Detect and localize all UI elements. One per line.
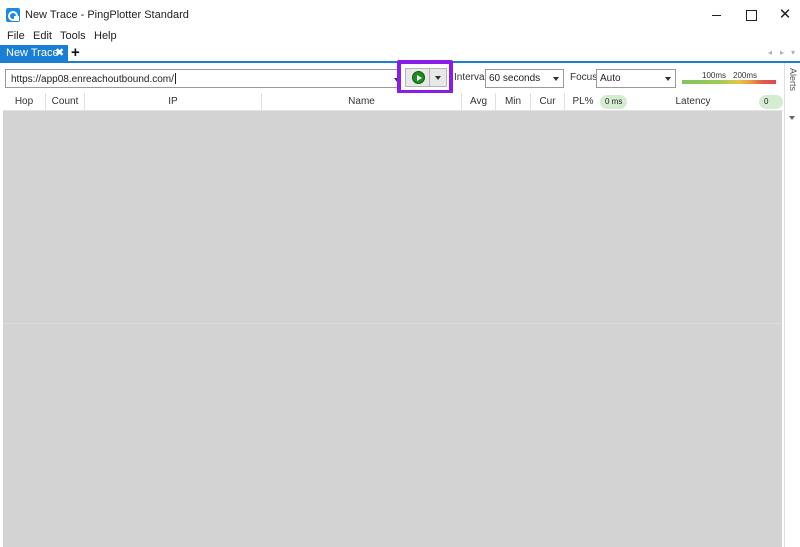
menu-bar: File Edit Tools Help — [0, 29, 800, 45]
interval-select[interactable]: 60 seconds — [485, 69, 564, 88]
focus-label: Focus — [570, 72, 598, 83]
start-trace-options-button[interactable] — [430, 69, 446, 86]
close-icon[interactable]: ✕ — [770, 4, 800, 26]
pl-scale-pill: 0 ms — [600, 95, 628, 109]
target-input[interactable]: https://app08.enreachoutbound.com/ — [5, 69, 401, 88]
alerts-label: Alerts — [788, 68, 798, 92]
trace-grid[interactable] — [3, 111, 782, 547]
tab-menu-icon[interactable]: ▾ — [791, 48, 795, 57]
maximize-icon[interactable] — [736, 4, 766, 26]
alerts-panel-tab[interactable]: Alerts — [784, 63, 800, 547]
tab-new-trace[interactable]: New Trace ✖ — [0, 45, 68, 63]
add-tab-icon[interactable]: + — [71, 44, 80, 61]
column-name[interactable]: Name — [262, 93, 462, 111]
column-cur[interactable]: Cur — [531, 93, 565, 111]
grid-divider — [3, 323, 782, 324]
column-avg[interactable]: Avg — [462, 93, 496, 111]
focus-select[interactable]: Auto — [596, 69, 676, 88]
menu-item-help[interactable]: Help — [94, 30, 117, 42]
trace-table-header: Hop Count IP Name Avg Min Cur PL% 0 ms L… — [3, 93, 783, 120]
interval-select-value: 60 seconds — [489, 73, 541, 84]
column-count[interactable]: Count — [46, 93, 85, 111]
tab-close-icon[interactable]: ✖ — [55, 45, 64, 62]
latency-scale-pill: 0 ms — [759, 95, 783, 120]
column-min[interactable]: Min — [496, 93, 531, 111]
target-input-value: https://app08.enreachoutbound.com/ — [11, 73, 176, 85]
minimize-icon[interactable] — [702, 4, 732, 26]
column-hop[interactable]: Hop — [3, 93, 46, 111]
scale-label-200ms: 200ms — [733, 71, 758, 80]
window-title: New Trace - PingPlotter Standard — [25, 9, 189, 21]
focus-select-value: Auto — [600, 73, 621, 84]
run-button-group — [405, 68, 447, 87]
column-ip[interactable]: IP — [85, 93, 262, 111]
pingplotter-app-icon — [6, 8, 20, 22]
chevron-down-icon — [665, 77, 671, 81]
chevron-down-icon — [553, 77, 559, 81]
column-pl-percent[interactable]: PL% — [565, 93, 601, 111]
text-caret — [174, 73, 176, 84]
title-bar: New Trace - PingPlotter Standard ✕ — [0, 0, 800, 30]
latency-scale-bar — [682, 80, 776, 84]
column-latency[interactable]: Latency — [643, 93, 743, 111]
menu-item-file[interactable]: File — [7, 30, 25, 42]
tab-scroll-right-icon[interactable]: ▸ — [780, 48, 784, 57]
tab-scroll-left-icon[interactable]: ◂ — [768, 48, 772, 57]
start-trace-button[interactable] — [406, 69, 430, 86]
scale-label-100ms: 100ms — [702, 71, 727, 80]
toolbar: https://app08.enreachoutbound.com/ Inter… — [0, 63, 784, 93]
menu-item-edit[interactable]: Edit — [33, 30, 52, 42]
menu-item-tools[interactable]: Tools — [60, 30, 86, 42]
tab-label: New Trace — [6, 47, 59, 59]
alerts-dropdown-icon[interactable] — [789, 116, 795, 120]
interval-label: Interval — [454, 72, 487, 83]
play-icon — [412, 71, 425, 84]
